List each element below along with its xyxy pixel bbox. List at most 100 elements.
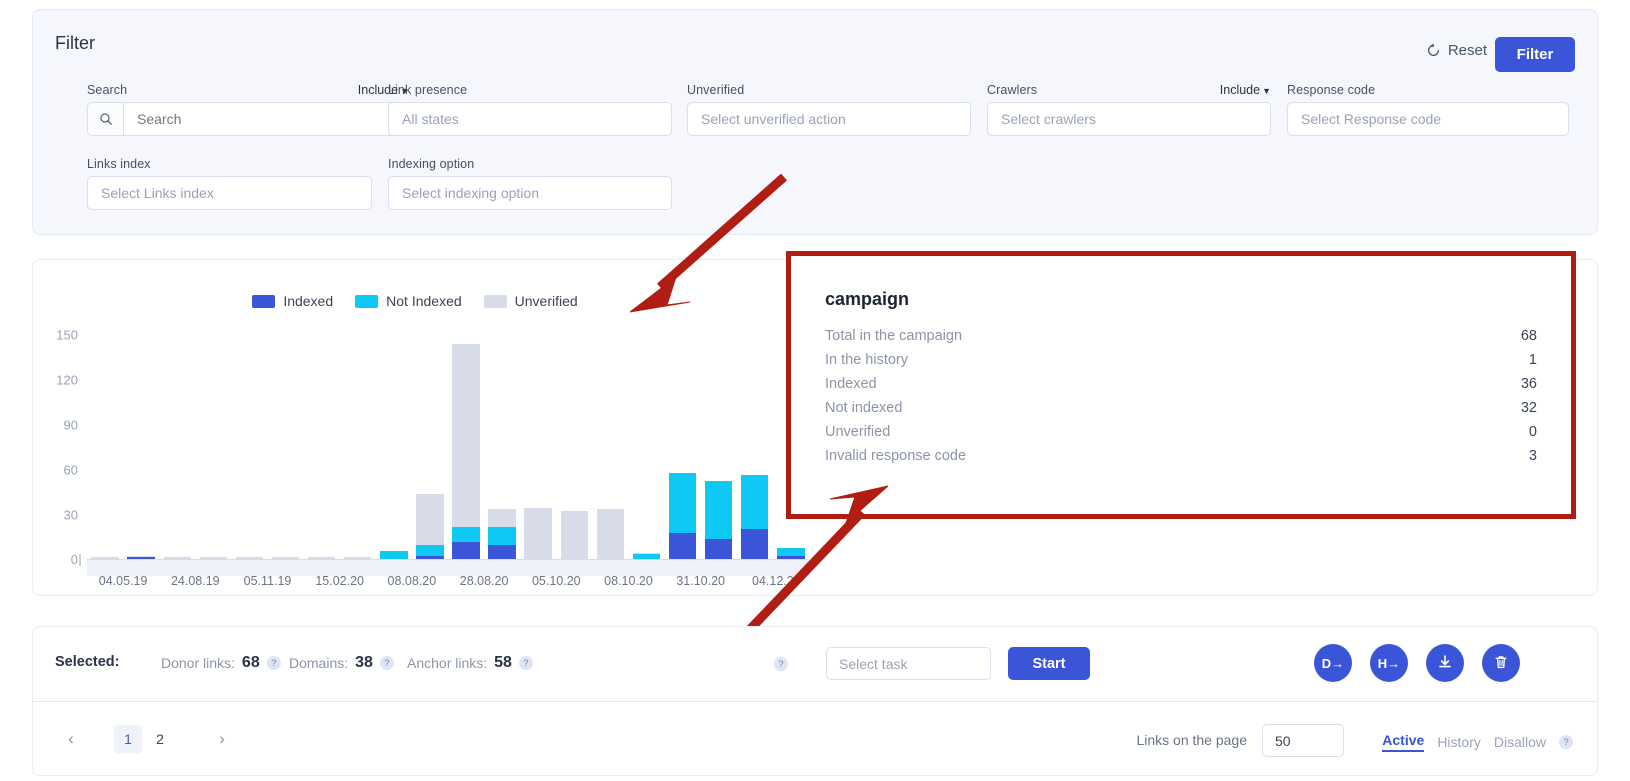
chart-bar-column[interactable] [231, 335, 267, 560]
download-button[interactable] [1426, 644, 1464, 682]
links-on-page-label: Links on the page [1136, 732, 1247, 748]
start-button[interactable]: Start [1008, 647, 1090, 680]
campaign-stat-row: Total in the campaign 68 [825, 324, 1537, 348]
chart-axis-line [87, 559, 809, 560]
reset-label: Reset [1447, 42, 1487, 59]
donor-export-button[interactable]: D→ [1314, 644, 1352, 682]
links-index-select[interactable]: Select Links index [87, 176, 372, 210]
apply-filter-button[interactable]: Filter [1495, 37, 1575, 72]
chart-bars [87, 335, 809, 560]
chart-bar-segment [704, 539, 733, 560]
campaign-stat-value: 36 [1520, 376, 1537, 392]
field-label-link-presence: Link presence [388, 83, 468, 97]
chart-bar-column[interactable] [87, 335, 123, 560]
help-icon[interactable]: ? [518, 656, 533, 670]
help-icon[interactable]: ? [379, 656, 394, 670]
chart-xtick: 08.10.20 [604, 574, 653, 588]
chart-bar-segment [416, 545, 444, 556]
delete-button[interactable] [1482, 644, 1520, 682]
chart-bar-column[interactable] [628, 335, 664, 560]
task-select[interactable]: Select task [826, 647, 991, 680]
tab-disallow[interactable]: Disallow [1494, 734, 1546, 750]
chart-bar-column[interactable] [520, 335, 556, 560]
campaign-stat-value: 68 [1520, 328, 1537, 344]
chart-bar-segment [704, 480, 733, 539]
chart-bar-column[interactable] [340, 335, 376, 560]
field-response-code: Response code Select Response code [1287, 83, 1569, 136]
response-code-select[interactable]: Select Response code [1287, 102, 1569, 136]
reset-button[interactable]: Reset [1426, 42, 1487, 59]
legend-label: Unverified [514, 293, 578, 309]
campaign-stat-label: In the history [825, 352, 909, 368]
legend-item-not-indexed[interactable]: Not Indexed [355, 293, 462, 309]
chart-bar-column[interactable] [159, 335, 195, 560]
field-label-indexing-option: Indexing option [388, 157, 475, 171]
indexing-option-select[interactable]: Select indexing option [388, 176, 672, 210]
task-help-icon[interactable]: ? [774, 657, 788, 671]
chart-ytick: 60 [63, 462, 78, 478]
chart-bar-column[interactable] [701, 335, 737, 560]
chart-ytick: 90 [63, 417, 78, 433]
link-presence-select[interactable]: All states [388, 102, 672, 136]
search-icon [88, 103, 124, 135]
crawlers-value: Select crawlers [1001, 111, 1096, 127]
stat-donor-links: Donor links: 68 ? [161, 654, 281, 672]
chart-bar-column[interactable] [376, 335, 412, 560]
legend-label: Not Indexed [386, 293, 462, 309]
chart-bar-column[interactable] [556, 335, 592, 560]
chart-ytick: 150 [56, 327, 78, 343]
search-input-wrapper[interactable] [87, 102, 409, 136]
chart-bar-column[interactable] [123, 335, 159, 560]
chart-xtick: 05.11.19 [243, 574, 292, 588]
tab-active[interactable]: Active [1382, 732, 1425, 752]
search-input[interactable] [124, 111, 408, 127]
stat-value: 68 [241, 654, 260, 671]
prev-page-button[interactable]: ‹ [57, 725, 85, 753]
help-icon[interactable]: ? [266, 656, 281, 670]
filter-panel: Filter Reset Filter Search Include ▼ Sea… [32, 9, 1598, 235]
campaign-stat-label: Unverified [825, 424, 891, 440]
campaign-stat-label: Total in the campaign [825, 328, 963, 344]
chart-plot-area: 0 150 120 90 60 30 04.05.19 24.08.19 05.11.19 15… [56, 328, 809, 588]
chevron-down-icon: ▼ [1262, 86, 1271, 96]
chart-ytick: 30 [63, 507, 78, 523]
next-page-button[interactable]: › [208, 725, 236, 753]
campaign-stat-row: Invalid response code 3 [825, 444, 1537, 468]
unverified-select[interactable]: Select unverified action [687, 102, 971, 136]
legend-item-indexed[interactable]: Indexed [252, 293, 333, 309]
legend-swatch-icon [252, 294, 276, 308]
chart-bar-column[interactable] [267, 335, 303, 560]
chart-bar-column[interactable] [484, 335, 520, 560]
chart-bar-column[interactable] [195, 335, 231, 560]
campaign-summary-inner: campaign Total in the campaign 68 In the h… [791, 256, 1571, 514]
page-button-1[interactable]: 1 [114, 725, 142, 753]
per-page-select[interactable]: 50 [1262, 724, 1344, 757]
tab-history[interactable]: History [1437, 734, 1481, 750]
chart-bar-column[interactable] [665, 335, 701, 560]
campaign-stat-label: Invalid response code [825, 448, 967, 464]
chart-xtick: 28.08.20 [459, 574, 509, 588]
chart-bar-segment [741, 528, 769, 560]
chart-bar-column[interactable] [448, 335, 484, 560]
links-index-value: Select Links index [101, 185, 214, 201]
chart-bar-column[interactable] [304, 335, 340, 560]
field-link-presence: Link presence All states [388, 83, 672, 136]
bottom-toolbar-card: Selected: Donor links: 68 ? Domains: 38 … [32, 626, 1598, 776]
campaign-stat-label: Indexed [825, 376, 877, 392]
chart-bar-column[interactable] [737, 335, 773, 560]
link-presence-value: All states [402, 111, 459, 127]
chart-bar-column[interactable] [592, 335, 628, 560]
host-export-button[interactable]: H→ [1370, 644, 1408, 682]
campaign-stats-list: Total in the campaign 68 In the history 1 In… [825, 324, 1537, 468]
crawlers-select[interactable]: Select crawlers [987, 102, 1271, 136]
include-toggle-crawlers[interactable]: Include ▼ [1220, 83, 1271, 97]
indexing-option-value: Select indexing option [402, 185, 539, 201]
chart-xtick: 24.08.19 [170, 574, 220, 588]
chart-ytick: 120 [56, 372, 78, 388]
page-button-2[interactable]: 2 [146, 725, 174, 753]
campaign-title: campaign [825, 289, 910, 309]
legend-item-unverified[interactable]: Unverified [483, 293, 578, 309]
chart-origin-tick [79, 554, 86, 566]
chart-bar-column[interactable] [412, 335, 448, 560]
tabs-help-icon[interactable]: ? [1559, 735, 1573, 749]
